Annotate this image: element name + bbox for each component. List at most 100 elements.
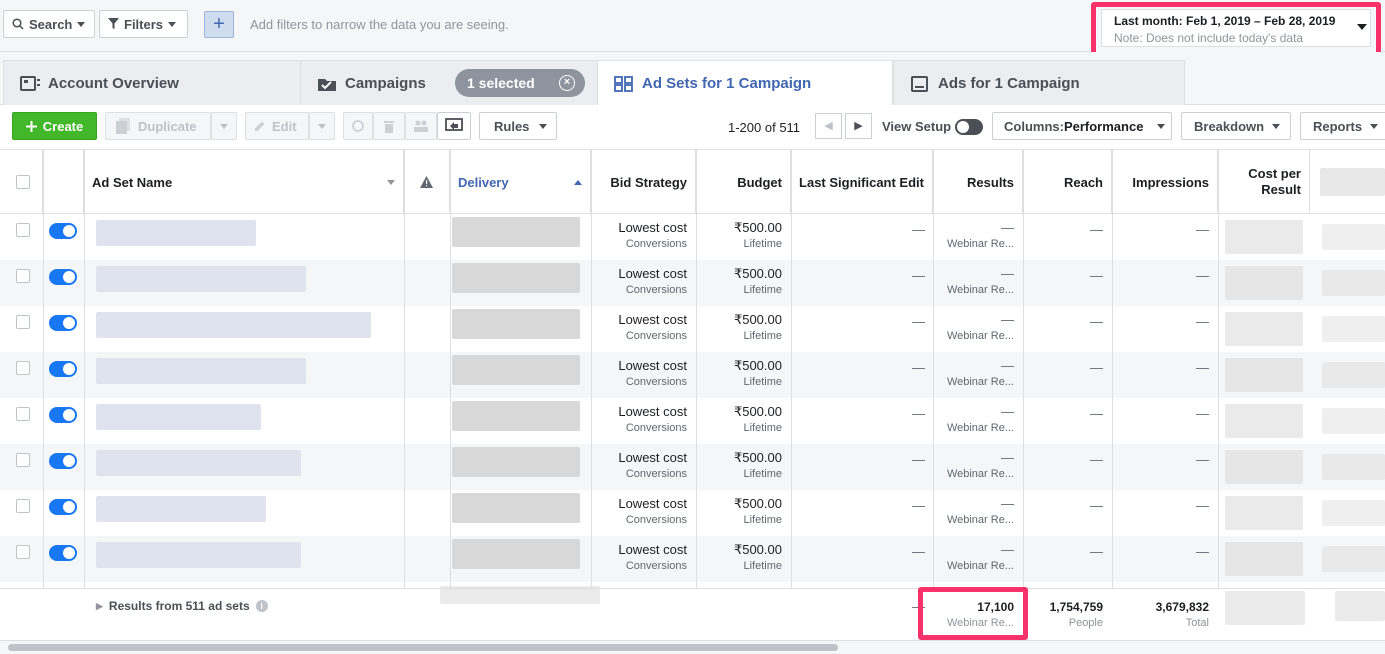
bid-strategy-cell: Lowest cost Conversions xyxy=(591,450,687,482)
obscured-ad-set-name[interactable] xyxy=(96,266,306,292)
obscured-ad-set-name[interactable] xyxy=(96,220,256,246)
budget-sub: Lifetime xyxy=(743,560,782,572)
select-all-header xyxy=(0,150,43,214)
tab-ad-sets[interactable]: Ad Sets for 1 Campaign xyxy=(597,60,893,106)
column-header-impressions[interactable]: Impressions xyxy=(1112,150,1218,214)
column-header-results[interactable]: Results xyxy=(933,150,1023,214)
duplicate-button[interactable]: Duplicate xyxy=(105,112,211,140)
column-header-cost-per-result[interactable]: Cost per Result xyxy=(1218,150,1310,214)
chevron-down-icon[interactable] xyxy=(1357,24,1367,30)
folder-icon xyxy=(318,78,336,91)
reports-button[interactable]: Reports xyxy=(1300,112,1385,140)
select-all-checkbox[interactable] xyxy=(16,175,30,189)
table-row[interactable]: Lowest cost Conversions ₹500.00 Lifetime — — W… xyxy=(0,444,1385,490)
clear-selection-icon[interactable]: × xyxy=(559,75,575,91)
horizontal-scrollbar[interactable] xyxy=(0,640,1385,654)
next-page-button[interactable]: ▶ xyxy=(845,113,872,139)
columns-button[interactable]: Columns: Performance xyxy=(992,112,1172,140)
column-header-budget[interactable]: Budget xyxy=(696,150,791,214)
chevron-down-icon xyxy=(318,123,326,129)
results-cell: — Webinar Re... xyxy=(933,312,1014,344)
table-row[interactable]: Lowest cost Conversions ₹500.00 Lifetime — — W… xyxy=(0,260,1385,306)
row-checkbox[interactable] xyxy=(16,361,30,375)
obscured-ad-set-name[interactable] xyxy=(96,358,306,384)
edit-dropdown[interactable] xyxy=(309,112,335,140)
bid-strategy-sub: Conversions xyxy=(625,514,687,526)
last-edit-cell: — xyxy=(912,268,925,283)
row-checkbox[interactable] xyxy=(16,223,30,237)
row-status-toggle[interactable] xyxy=(49,407,77,423)
duplicate-dropdown[interactable] xyxy=(211,112,237,140)
table-row[interactable]: Lowest cost Conversions ₹500.00 Lifetime — — W… xyxy=(0,306,1385,352)
column-divider xyxy=(450,150,451,640)
obscured-column-header xyxy=(1320,168,1385,196)
impressions-cell: — xyxy=(1196,406,1209,421)
breakdown-button[interactable]: Breakdown xyxy=(1181,112,1291,140)
row-checkbox[interactable] xyxy=(16,545,30,559)
column-header-name[interactable]: Ad Set Name xyxy=(84,150,404,214)
rules-button[interactable]: Rules xyxy=(479,112,557,140)
row-checkbox[interactable] xyxy=(16,315,30,329)
bid-strategy-value: Lowest cost xyxy=(618,496,687,511)
warnings-header[interactable] xyxy=(404,150,450,214)
row-status-toggle[interactable] xyxy=(49,315,77,331)
table-row[interactable]: Lowest cost Conversions ₹500.00 Lifetime — — W… xyxy=(0,352,1385,398)
row-checkbox[interactable] xyxy=(16,453,30,467)
refresh-button[interactable] xyxy=(343,112,373,140)
selected-pill[interactable]: 1 selected × xyxy=(455,69,585,97)
filter-hint[interactable]: Add filters to narrow the data you are s… xyxy=(250,17,509,32)
bid-strategy-value: Lowest cost xyxy=(618,312,687,327)
row-status-toggle[interactable] xyxy=(49,453,77,469)
obscured-delivery-status xyxy=(452,401,580,431)
date-range-box[interactable]: Last month: Feb 1, 2019 – Feb 28, 2019 N… xyxy=(1101,9,1371,47)
row-status-toggle[interactable] xyxy=(49,361,77,377)
obscured-ad-set-name[interactable] xyxy=(96,450,301,476)
obscured-ad-set-name[interactable] xyxy=(96,496,266,522)
obscured-next-column xyxy=(1322,546,1385,572)
table-row[interactable]: Lowest cost Conversions ₹500.00 Lifetime — — W… xyxy=(0,398,1385,444)
table-row[interactable]: Lowest cost Conversions ₹500.00 Lifetime — — W… xyxy=(0,536,1385,582)
filters-button[interactable]: Filters xyxy=(99,10,188,38)
results-value: — xyxy=(1001,450,1014,465)
search-button[interactable]: Search xyxy=(3,10,95,38)
bid-strategy-value: Lowest cost xyxy=(618,404,687,419)
table-row[interactable]: Lowest cost Conversions ₹500.00 Lifetime — — W… xyxy=(0,490,1385,536)
row-checkbox[interactable] xyxy=(16,269,30,283)
preview-button[interactable] xyxy=(437,112,471,140)
results-sub: Webinar Re... xyxy=(946,468,1014,480)
column-header-bid-strategy[interactable]: Bid Strategy xyxy=(591,150,696,214)
add-filter-button[interactable]: + xyxy=(204,11,234,38)
row-status-toggle[interactable] xyxy=(49,545,77,561)
view-setup-toggle[interactable] xyxy=(955,119,983,135)
row-status-toggle[interactable] xyxy=(49,269,77,285)
date-range-picker[interactable]: Last month: Feb 1, 2019 – Feb 28, 2019 N… xyxy=(1091,2,1381,58)
totals-reach-value: 1,754,759 xyxy=(1049,600,1103,614)
totals-row-label[interactable]: ▶ Results from 511 ad sets i xyxy=(96,599,268,613)
column-header-delivery[interactable]: Delivery xyxy=(450,150,591,214)
bid-strategy-sub: Conversions xyxy=(625,422,687,434)
column-header-reach[interactable]: Reach xyxy=(1023,150,1112,214)
scrollbar-thumb[interactable] xyxy=(8,644,838,651)
chevron-down-icon[interactable] xyxy=(387,179,395,185)
create-button[interactable]: Create xyxy=(12,112,97,140)
budget-value: ₹500.00 xyxy=(733,358,782,373)
prev-page-button[interactable]: ◀ xyxy=(815,113,842,139)
info-icon[interactable]: i xyxy=(255,600,268,612)
obscured-ad-set-name[interactable] xyxy=(96,542,301,568)
obscured-ad-set-name[interactable] xyxy=(96,404,261,430)
ab-test-button[interactable] xyxy=(405,112,437,140)
column-header-last-edit[interactable]: Last Significant Edit xyxy=(791,150,933,214)
last-edit-cell: — xyxy=(912,544,925,559)
table-row[interactable]: Lowest cost Conversions ₹500.00 Lifetime — — W… xyxy=(0,214,1385,260)
row-checkbox[interactable] xyxy=(16,407,30,421)
row-status-toggle[interactable] xyxy=(49,223,77,239)
delete-button[interactable] xyxy=(373,112,405,140)
tab-ads[interactable]: Ads for 1 Campaign xyxy=(893,60,1185,106)
row-checkbox[interactable] xyxy=(16,499,30,513)
chevron-right-icon[interactable]: ▶ xyxy=(96,601,103,612)
edit-button[interactable]: Edit xyxy=(245,112,309,140)
obscured-ad-set-name[interactable] xyxy=(96,312,371,338)
row-status-toggle[interactable] xyxy=(49,499,77,515)
tab-account-overview[interactable]: Account Overview xyxy=(3,60,305,106)
bid-strategy-sub: Conversions xyxy=(625,468,687,480)
